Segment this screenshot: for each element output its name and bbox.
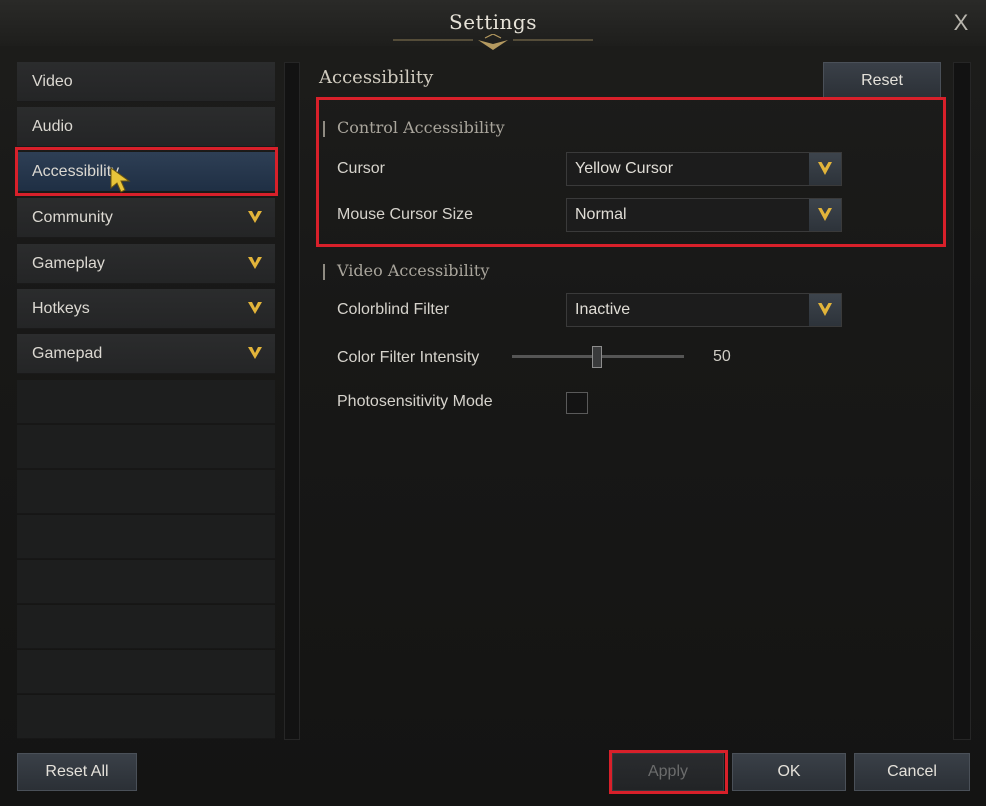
group-title-video-accessibility: Video Accessibility	[337, 261, 490, 280]
chevron-down-icon	[248, 347, 262, 359]
reset-all-button[interactable]: Reset All	[17, 753, 137, 791]
sidebar-empty-slot	[17, 650, 275, 694]
colorblind-filter-label: Colorblind Filter	[337, 301, 450, 318]
sidebar-item-label: Hotkeys	[32, 300, 90, 317]
ok-button[interactable]: OK	[732, 753, 846, 791]
sidebar-empty-slot	[17, 605, 275, 649]
sidebar-item-label: Video	[32, 73, 73, 90]
dropdown-button[interactable]	[809, 199, 841, 231]
chevron-down-icon	[818, 303, 832, 316]
sidebar-empty-slot	[17, 425, 275, 469]
photosensitivity-checkbox[interactable]	[566, 392, 588, 414]
content-scrollbar[interactable]	[953, 62, 971, 740]
group-divider	[323, 121, 325, 137]
cursor-size-dropdown[interactable]: Normal	[566, 198, 842, 232]
colorblind-filter-value: Inactive	[575, 301, 631, 318]
sidebar-item-label: Accessibility	[32, 163, 120, 180]
sidebar-item-label: Gameplay	[32, 255, 105, 272]
cursor-size-dropdown-value: Normal	[575, 206, 627, 223]
group-title-control-accessibility: Control Accessibility	[337, 118, 505, 137]
sidebar-empty-slot	[17, 515, 275, 559]
sidebar-item-gamepad[interactable]: Gamepad	[17, 334, 275, 374]
sidebar-item-label: Gamepad	[32, 345, 103, 362]
color-filter-intensity-label: Color Filter Intensity	[337, 349, 480, 366]
chevron-down-icon	[818, 208, 832, 221]
title-bar: Settings X	[0, 0, 986, 50]
sidebar-empty-slot	[17, 470, 275, 514]
colorblind-filter-dropdown[interactable]: Inactive	[566, 293, 842, 327]
title-ornament-icon	[393, 34, 593, 50]
slider-thumb[interactable]	[592, 346, 602, 368]
cursor-label: Cursor	[337, 160, 386, 177]
sidebar-scrollbar[interactable]	[284, 62, 300, 740]
sidebar-item-community[interactable]: Community	[17, 198, 275, 238]
sidebar-item-label: Community	[32, 209, 113, 226]
chevron-down-icon	[248, 257, 262, 269]
dropdown-button[interactable]	[809, 153, 841, 185]
close-icon[interactable]: X	[948, 10, 974, 36]
group-divider	[323, 264, 325, 280]
sidebar-item-gameplay[interactable]: Gameplay	[17, 244, 275, 284]
sidebar-item-hotkeys[interactable]: Hotkeys	[17, 289, 275, 329]
photosensitivity-label: Photosensitivity Mode	[337, 393, 493, 410]
cursor-dropdown-value: Yellow Cursor	[575, 160, 674, 177]
sidebar-item-video[interactable]: Video	[17, 62, 275, 102]
chevron-down-icon	[248, 211, 262, 223]
settings-sidebar: Video Audio Accessibility Community Game…	[17, 62, 275, 740]
chevron-down-icon	[248, 302, 262, 314]
cursor-dropdown[interactable]: Yellow Cursor	[566, 152, 842, 186]
sidebar-empty-slot	[17, 380, 275, 424]
sidebar-item-audio[interactable]: Audio	[17, 107, 275, 147]
chevron-down-icon	[818, 162, 832, 175]
sidebar-item-label: Audio	[32, 118, 73, 135]
cursor-size-label: Mouse Cursor Size	[337, 206, 474, 223]
apply-button[interactable]: Apply	[612, 753, 724, 791]
sidebar-empty-slot	[17, 695, 275, 739]
sidebar-empty-slot	[17, 560, 275, 604]
sidebar-item-accessibility[interactable]: Accessibility	[17, 152, 275, 192]
settings-window: Settings X Video Audio Accessibility Com…	[0, 0, 986, 806]
color-filter-intensity-value: 50	[713, 348, 731, 365]
dropdown-button[interactable]	[809, 294, 841, 326]
reset-button[interactable]: Reset	[823, 62, 941, 100]
page-title: Accessibility	[319, 67, 434, 88]
cancel-button[interactable]: Cancel	[854, 753, 970, 791]
window-title: Settings	[449, 10, 537, 34]
